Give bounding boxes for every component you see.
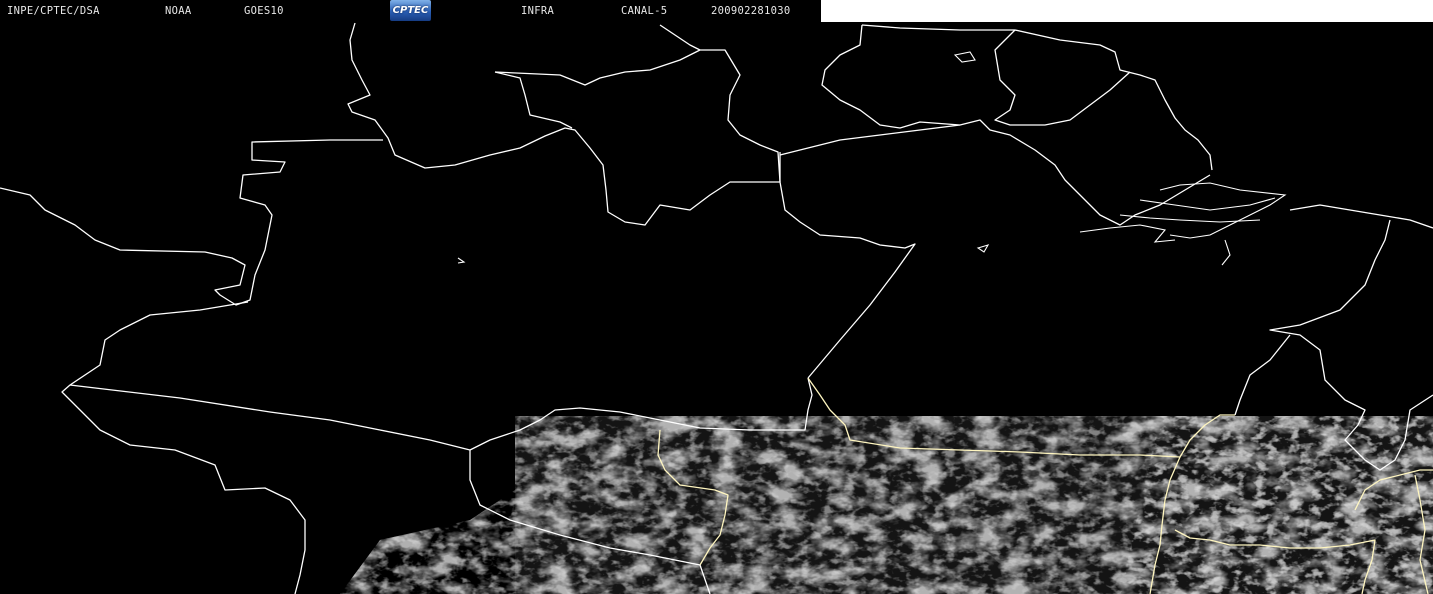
channel-label: CANAL-5 <box>621 5 668 17</box>
cptec-logo-text: CPTEC <box>392 5 429 16</box>
band-label: INFRA <box>521 5 555 17</box>
image-header-bar: INPE/CPTEC/DSA NOAA GOES10 CPTEC INFRA C… <box>0 0 821 22</box>
header-blank-strip <box>821 0 1433 22</box>
timestamp-label: 200902281030 <box>711 5 791 17</box>
agency-label: INPE/CPTEC/DSA <box>7 5 100 17</box>
satellite-image-viewer: INPE/CPTEC/DSA NOAA GOES10 CPTEC INFRA C… <box>0 0 1433 594</box>
satellite-map <box>0 22 1433 594</box>
cptec-logo: CPTEC <box>390 0 431 21</box>
cloud-texture-east <box>1120 416 1433 594</box>
satellite-label: GOES10 <box>244 5 284 17</box>
source-label: NOAA <box>165 5 192 17</box>
